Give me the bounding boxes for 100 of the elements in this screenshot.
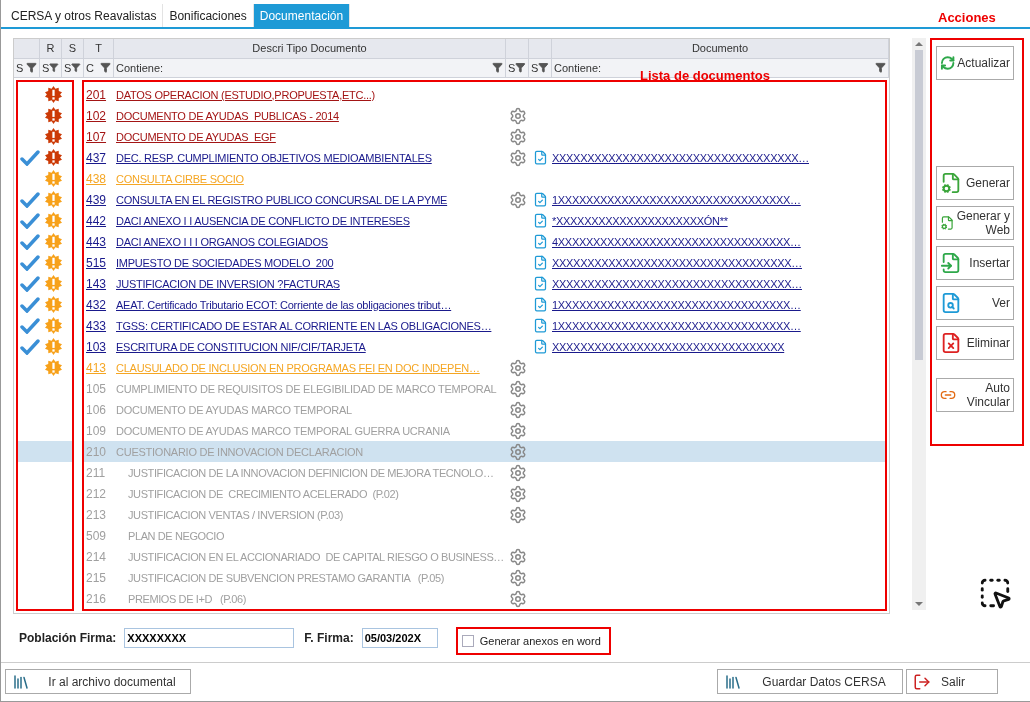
action-button[interactable]: Ver <box>936 286 1014 320</box>
filter-icon[interactable] <box>100 62 111 74</box>
gear-icon[interactable] <box>508 442 527 461</box>
field-label: F. Firma: <box>304 631 354 645</box>
document-check-icon[interactable] <box>533 234 548 249</box>
document-type-link[interactable]: JUSTIFICACION DE INVERSION ?FACTURAS <box>114 277 340 290</box>
table-row[interactable]: 442 DACI ANEXO I I AUSENCIA DE CONFLICTO DE INTERESES *XXXXXXXXXXXXXXXXXXXXXÓN** <box>84 210 885 231</box>
checkbox[interactable] <box>461 635 474 647</box>
gear-icon[interactable] <box>508 484 527 503</box>
table-row[interactable]: 103 ESCRITURA DE CONSTITUCION NIF/CIF/TARJETA XXXXXXXXXXXXXXXXXXXXXXXXXXXXXXXXX <box>84 336 885 357</box>
document-check-icon[interactable] <box>533 297 548 312</box>
document-check-icon[interactable] <box>533 318 548 333</box>
table-row[interactable]: 439 CONSULTA EN EL REGISTRO PUBLICO CONCURSAL DE LA PYME 1XXXXXXXXXXXXXXXXXXXXXXXXXXXXXXXXX… <box>84 189 885 210</box>
document-link[interactable]: *XXXXXXXXXXXXXXXXXXXXXÓN** <box>552 214 728 227</box>
document-type-link[interactable]: CONSULTA EN EL REGISTRO PUBLICO CONCURSAL DE LA PYME <box>114 193 448 206</box>
scrollbar[interactable] <box>912 38 926 610</box>
table-row[interactable]: 432 AEAT. Certificado Tributario ECOT: Corriente de las obligaciones tribut… 1XXXXXXXXXXXXXXXXXXXXXXXXXXXXXXXXX… <box>84 294 885 315</box>
action-button[interactable]: Eliminar <box>936 326 1014 360</box>
action-button[interactable]: Generar y Web <box>936 206 1014 240</box>
table-row[interactable]: 433 TGSS: CERTIFICADO DE ESTAR AL CORRIENTE EN LAS OBLIGACIONES… 1XXXXXXXXXXXXXXXXXXXXXXXXXXXXXXXXX… <box>84 315 885 336</box>
document-link[interactable]: 1XXXXXXXXXXXXXXXXXXXXXXXXXXXXXXXXX… <box>552 319 801 332</box>
document-code[interactable]: 443 <box>84 234 114 249</box>
document-code[interactable]: 143 <box>84 276 114 291</box>
document-type-link[interactable]: IMPUESTO DE SOCIEDADES MODELO 200 <box>114 256 334 269</box>
column-filter-label: S <box>42 61 50 74</box>
document-check-icon[interactable] <box>533 213 548 228</box>
column-filter-label: C <box>86 61 94 74</box>
document-type-link[interactable]: DOCUMENTO DE AYUDAS PUBLICAS - 2014 <box>114 109 339 122</box>
document-link[interactable]: XXXXXXXXXXXXXXXXXXXXXXXXXXXXXXXXXX… <box>552 256 802 269</box>
table-row[interactable]: 107 DOCUMENTO DE AYUDAS EGF <box>84 126 885 147</box>
gear-icon[interactable] <box>508 127 527 146</box>
document-type-link[interactable]: AEAT. Certificado Tributario ECOT: Corriente de las obligaciones tribut… <box>114 298 452 311</box>
gear-icon[interactable] <box>508 106 527 125</box>
filter-icon[interactable] <box>538 62 549 74</box>
filter-icon[interactable] <box>71 62 81 74</box>
action-button[interactable]: Insertar <box>936 246 1014 280</box>
gear-icon[interactable] <box>508 400 527 419</box>
document-code[interactable]: 442 <box>84 213 114 228</box>
document-code[interactable]: 437 <box>84 150 114 165</box>
footer-button[interactable]: Ir al archivo documental <box>5 669 191 694</box>
document-link[interactable]: 4XXXXXXXXXXXXXXXXXXXXXXXXXXXXXXXXX… <box>552 235 801 248</box>
table-row[interactable]: 102 DOCUMENTO DE AYUDAS PUBLICAS - 2014 <box>84 105 885 126</box>
document-type-link[interactable]: DATOS OPERACION (ESTUDIO,PROPUESTA,ETC...) <box>114 88 376 101</box>
document-check-icon[interactable] <box>533 339 548 354</box>
filter-icon[interactable] <box>26 62 37 74</box>
table-row[interactable]: 201 DATOS OPERACION (ESTUDIO,PROPUESTA,ETC...) <box>84 84 885 105</box>
filter-icon[interactable] <box>875 62 886 74</box>
document-code[interactable]: 102 <box>84 108 114 123</box>
checkbox-option[interactable]: Generar anexos en word <box>455 627 611 655</box>
document-type-link[interactable]: DACI ANEXO I I I ORGANOS COLEGIADOS <box>114 235 328 248</box>
gear-icon[interactable] <box>508 421 527 440</box>
gear-icon[interactable] <box>508 568 527 587</box>
document-code[interactable]: 201 <box>84 87 114 102</box>
filter-icon[interactable] <box>492 62 503 74</box>
document-code[interactable]: 107 <box>84 129 114 144</box>
document-code[interactable]: 103 <box>84 339 114 354</box>
document-check-icon[interactable] <box>533 150 548 165</box>
filter-icon[interactable] <box>49 62 59 74</box>
table-row[interactable]: 443 DACI ANEXO I I I ORGANOS COLEGIADOS 4XXXXXXXXXXXXXXXXXXXXXXXXXXXXXXXXX… <box>84 231 885 252</box>
document-arrow-icon <box>940 252 962 274</box>
gear-icon[interactable] <box>508 547 527 566</box>
gear-icon[interactable] <box>508 190 527 209</box>
selection-cursor-icon[interactable] <box>978 576 1012 610</box>
document-link[interactable]: XXXXXXXXXXXXXXXXXXXXXXXXXXXXXXXXXXX… <box>552 151 809 164</box>
document-type-link[interactable]: DEC. RESP. CUMPLIMIENTO OBJETIVOS MEDIOAMBIENTALES <box>114 151 432 164</box>
document-type-link[interactable]: DACI ANEXO I I AUSENCIA DE CONFLICTO DE INTERESES <box>114 214 410 227</box>
gear-icon[interactable] <box>508 505 527 524</box>
document-type-link[interactable]: DOCUMENTO DE AYUDAS EGF <box>114 130 276 143</box>
input-field[interactable]: 05/03/202X <box>361 628 438 648</box>
gear-icon[interactable] <box>508 379 527 398</box>
document-code[interactable]: 433 <box>84 318 114 333</box>
document-check-icon[interactable] <box>533 255 548 270</box>
action-button[interactable]: Actualizar <box>936 46 1014 80</box>
document-code[interactable]: 432 <box>84 297 114 312</box>
input-field[interactable]: XXXXXXXX <box>124 628 295 648</box>
document-code[interactable]: 439 <box>84 192 114 207</box>
document-link[interactable]: 1XXXXXXXXXXXXXXXXXXXXXXXXXXXXXXXXX… <box>552 193 801 206</box>
document-type-link[interactable]: TGSS: CERTIFICADO DE ESTAR AL CORRIENTE EN LAS OBLIGACIONES… <box>114 319 492 332</box>
action-button[interactable]: Auto Vincular <box>936 378 1014 412</box>
gear-icon[interactable] <box>508 148 527 167</box>
document-link[interactable]: 1XXXXXXXXXXXXXXXXXXXXXXXXXXXXXXXXX… <box>552 298 801 311</box>
document-link[interactable]: XXXXXXXXXXXXXXXXXXXXXXXXXXXXXXXXXX… <box>552 277 802 290</box>
table-row[interactable]: 515 IMPUESTO DE SOCIEDADES MODELO 200 XXXXXXXXXXXXXXXXXXXXXXXXXXXXXXXXXX… <box>84 252 885 273</box>
footer-button[interactable]: Salir <box>906 669 998 694</box>
document-type-link[interactable]: ESCRITURA DE CONSTITUCION NIF/CIF/TARJETA <box>114 340 366 353</box>
gear-icon[interactable] <box>508 358 527 377</box>
document-check-icon[interactable] <box>533 276 548 291</box>
table-row[interactable]: 437 DEC. RESP. CUMPLIMIENTO OBJETIVOS MEDIOAMBIENTALES XXXXXXXXXXXXXXXXXXXXXXXXXXXXXXXXXXX… <box>84 147 885 168</box>
document-code[interactable]: 515 <box>84 255 114 270</box>
filter-icon[interactable] <box>515 62 526 74</box>
document-check-icon[interactable] <box>533 192 548 207</box>
gear-icon[interactable] <box>508 589 527 608</box>
gear-icon[interactable] <box>508 463 527 482</box>
document-trash-icon <box>940 332 962 354</box>
document-link[interactable]: XXXXXXXXXXXXXXXXXXXXXXXXXXXXXXXXX <box>552 340 785 353</box>
table-row[interactable]: 143 JUSTIFICACION DE INVERSION ?FACTURAS XXXXXXXXXXXXXXXXXXXXXXXXXXXXXXXXXX… <box>84 273 885 294</box>
exit-door-icon <box>913 672 931 691</box>
footer-button[interactable]: Guardar Datos CERSA <box>717 669 903 694</box>
books-icon <box>724 672 742 691</box>
action-button[interactable]: Generar <box>936 166 1014 200</box>
